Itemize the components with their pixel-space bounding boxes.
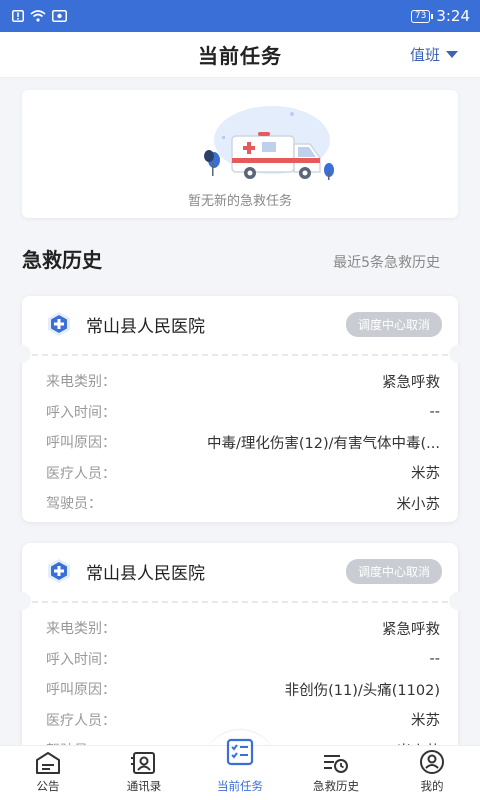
ambulance-illustration [204,106,334,180]
call-type-label: 来电类别： [46,621,116,638]
call-type-value: 紧急呼救 [382,621,440,638]
dashed-divider [32,601,448,603]
call-time-value: -- [429,403,440,420]
medic-value: 米苏 [411,713,440,730]
clock: 3:24 [436,7,470,25]
alert-icon [12,10,24,22]
history-icon [324,755,348,773]
top-nav: 当前任务 值班 [0,32,480,78]
card-notch [449,345,467,363]
call-time-row: 呼入时间： -- [46,397,440,428]
profile-icon [420,750,444,774]
duty-dropdown[interactable]: 值班 [410,44,458,65]
empty-task-card: 暂无新的急救任务 [22,90,458,218]
chevron-down-icon [446,51,458,58]
medic-row: 医疗人员： 米苏 [46,458,440,489]
hospital-cross-icon [48,559,70,583]
task-list-icon [226,738,254,766]
history-subtitle: 最近5条急救历史 [333,255,440,271]
medic-label: 医疗人员： [46,465,116,482]
call-time-row: 呼入时间： -- [46,644,440,675]
tab-profile[interactable]: 我的 [384,746,480,800]
driver-value: 米小苏 [396,496,441,513]
medic-label: 医疗人员： [46,712,116,729]
card-notch [13,592,31,610]
tab-contacts[interactable]: 通讯录 [96,746,192,800]
history-title: 急救历史 [22,248,102,272]
hospital-cross-icon [48,312,70,336]
driver-row: 驾驶员： 米小苏 [46,488,440,519]
bottom-tab-bar: 公告 通讯录 当前任务 急救历史 我的 [0,738,480,800]
tab-label: 公告 [36,779,60,793]
history-record-card[interactable]: 常山县人民医院 调度中心取消 来电类别： 紧急呼救 呼入时间： -- 呼叫原因：… [13,296,467,522]
reason-value: 中毒/理化伤害(12)/有害气体中毒(... [206,435,440,452]
call-time-label: 呼入时间： [46,404,116,421]
tab-current-task[interactable]: 当前任务 [192,738,288,800]
hospital-name: 常山县人民医院 [86,563,205,584]
tab-label: 当前任务 [217,779,263,793]
call-type-row: 来电类别： 紧急呼救 [46,613,440,644]
tab-history[interactable]: 急救历史 [288,746,384,800]
announcement-icon [36,752,60,774]
status-bar: 73 3:24 [0,0,480,32]
call-time-label: 呼入时间： [46,651,116,668]
contacts-icon [131,752,155,774]
tab-announcement[interactable]: 公告 [0,746,96,800]
history-section-header: 急救历史 最近5条急救历史 [22,244,440,273]
driver-label: 驾驶员： [46,496,102,513]
image-icon [52,10,67,22]
page-title: 当前任务 [198,44,282,68]
medic-value: 米苏 [411,466,440,483]
card-notch [13,345,31,363]
empty-task-text: 暂无新的急救任务 [187,194,292,209]
battery-indicator: 73 [410,9,434,23]
call-type-row: 来电类别： 紧急呼救 [46,366,440,397]
reason-label: 呼叫原因： [46,682,116,699]
duty-label: 值班 [409,46,440,64]
card-notch [449,592,467,610]
call-time-value: -- [429,650,440,667]
wifi-icon [30,10,46,22]
tab-label: 我的 [420,779,444,793]
dashed-divider [32,354,448,356]
reason-row: 呼叫原因： 非创伤(11)/头痛(1102) [46,674,440,705]
tab-label: 通讯录 [126,779,162,793]
reason-value: 非创伤(11)/头痛(1102) [284,682,440,699]
tab-label: 急救历史 [313,779,359,793]
reason-row: 呼叫原因： 中毒/理化伤害(12)/有害气体中毒(... [46,427,440,458]
status-badge: 调度中心取消 [345,311,442,337]
call-type-label: 来电类别： [46,374,116,391]
hospital-name: 常山县人民医院 [86,316,205,337]
reason-label: 呼叫原因： [46,435,116,452]
status-badge: 调度中心取消 [345,558,442,584]
call-type-value: 紧急呼救 [382,374,440,391]
